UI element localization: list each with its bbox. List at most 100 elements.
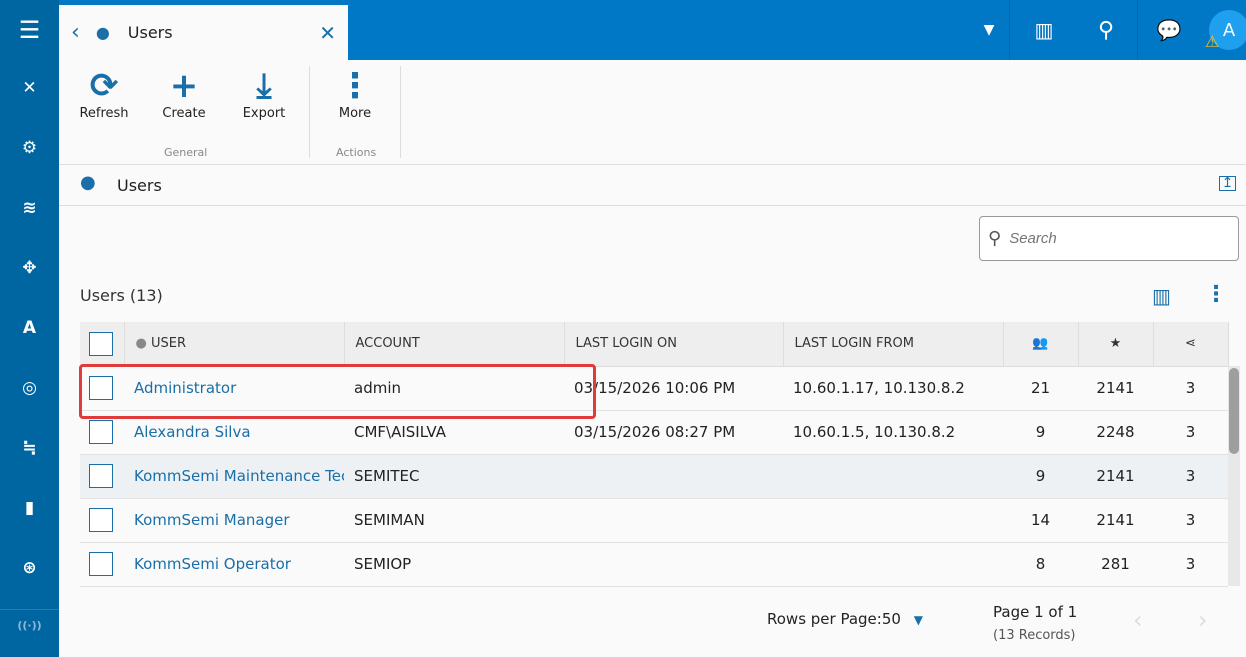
table-row[interactable]: KommSemi Operator SEMIOP 8 281 3 bbox=[80, 542, 1228, 587]
favorites-cell: 2141 bbox=[1078, 366, 1153, 411]
last-login-from-cell bbox=[783, 542, 1003, 587]
favorites-cell: 281 bbox=[1078, 542, 1153, 587]
last-login-on-cell: 03/15/2026 08:27 PM bbox=[564, 410, 783, 455]
sidebar: ☰ ✕ ⚙ ≋ ✥ A ◎ ≒ ▮ ⊛ ((·)) bbox=[0, 0, 59, 657]
connection-icon: ((·)) bbox=[17, 618, 42, 632]
tab-users[interactable]: ‹ ● Users ✕ bbox=[59, 5, 348, 60]
process-steps-icon[interactable]: ≒ bbox=[0, 428, 59, 468]
shared-cell: 3 bbox=[1153, 454, 1228, 499]
columns-icon[interactable]: ▥ bbox=[1152, 284, 1171, 308]
close-tab-icon[interactable]: ✕ bbox=[319, 21, 336, 45]
section-title: Users bbox=[117, 176, 162, 195]
search-input[interactable] bbox=[1009, 230, 1210, 247]
previous-page-button[interactable]: ‹ bbox=[1133, 606, 1143, 634]
section-user-icon: ● bbox=[80, 172, 96, 193]
table-row[interactable]: KommSemi Manager SEMIMAN 14 2141 3 bbox=[80, 498, 1228, 543]
column-user[interactable]: ● USER bbox=[124, 322, 345, 367]
more-button[interactable]: ⋮ More bbox=[315, 66, 395, 121]
more-vertical-icon: ⋮ bbox=[338, 66, 372, 106]
back-icon[interactable]: ‹ bbox=[71, 20, 80, 45]
column-last-login-on[interactable]: LAST LOGIN ON bbox=[564, 322, 784, 367]
quality-icon[interactable]: ◎ bbox=[0, 368, 59, 408]
shared-cell: 3 bbox=[1153, 542, 1228, 587]
integration-icon[interactable]: ✥ bbox=[0, 248, 59, 288]
groups-cell: 14 bbox=[1003, 498, 1078, 543]
column-favorites[interactable]: ★ bbox=[1078, 322, 1154, 367]
warning-icon: ⚠ bbox=[1205, 32, 1220, 51]
user-icon: ● bbox=[95, 23, 110, 42]
search-icon[interactable]: ⚲ bbox=[1081, 0, 1131, 60]
column-shared[interactable]: ⋖ bbox=[1153, 322, 1229, 367]
search-box[interactable]: ⚲ bbox=[979, 216, 1239, 261]
favorites-cell: 2141 bbox=[1078, 498, 1153, 543]
select-all-checkbox[interactable] bbox=[89, 331, 113, 356]
favorites-cell: 2248 bbox=[1078, 410, 1153, 455]
shared-cell: 3 bbox=[1153, 366, 1228, 411]
account-cell: SEMIOP bbox=[344, 542, 564, 587]
page-indicator: Page 1 of 1 bbox=[993, 603, 1078, 621]
cone-icon[interactable]: A bbox=[0, 308, 59, 348]
last-login-from-cell bbox=[783, 454, 1003, 499]
account-cell: SEMIMAN bbox=[344, 498, 564, 543]
column-account[interactable]: ACCOUNT bbox=[344, 322, 565, 367]
last-login-on-cell bbox=[564, 498, 783, 543]
group-actions-label: Actions bbox=[336, 146, 377, 159]
scrollbar-thumb[interactable] bbox=[1229, 368, 1239, 454]
database-icon[interactable]: ≋ bbox=[0, 188, 59, 228]
list-title: Users (13) bbox=[80, 286, 163, 305]
last-login-from-cell: 10.60.1.17, 10.130.8.2 bbox=[783, 366, 1003, 411]
modeling-icon[interactable]: ⚙ bbox=[0, 128, 59, 168]
refresh-icon: ⟳ bbox=[89, 66, 119, 106]
groups-cell: 8 bbox=[1003, 542, 1078, 587]
next-page-button[interactable]: › bbox=[1198, 606, 1208, 634]
column-last-login-from[interactable]: LAST LOGIN FROM bbox=[783, 322, 1004, 367]
record-count: (13 Records) bbox=[993, 628, 1076, 643]
row-highlight-box bbox=[79, 364, 596, 419]
groups-cell: 9 bbox=[1003, 454, 1078, 499]
row-checkbox[interactable] bbox=[89, 508, 113, 532]
user-link[interactable]: KommSemi Manager bbox=[134, 511, 290, 529]
settings-icon[interactable]: ⊛ bbox=[0, 548, 59, 588]
groups-cell: 9 bbox=[1003, 410, 1078, 455]
last-login-on-cell bbox=[564, 542, 783, 587]
scrollbar[interactable] bbox=[1228, 366, 1240, 586]
bar-chart-icon[interactable]: ▮ bbox=[0, 488, 59, 528]
user-link[interactable]: KommSemi Maintenance Technician bbox=[134, 467, 344, 485]
create-button[interactable]: + Create bbox=[144, 66, 224, 121]
column-groups[interactable]: 👥 bbox=[1003, 322, 1079, 367]
hamburger-menu-icon[interactable]: ☰ bbox=[0, 10, 59, 50]
rows-per-page-select[interactable]: Rows per Page:50 ▼ bbox=[767, 610, 923, 628]
export-button[interactable]: ⤓ Export bbox=[224, 66, 304, 121]
users-table: ● USER ACCOUNT LAST LOGIN ON LAST LOGIN … bbox=[80, 322, 1229, 587]
user-icon: ● bbox=[135, 336, 147, 352]
row-checkbox[interactable] bbox=[89, 464, 113, 488]
row-checkbox[interactable] bbox=[89, 420, 113, 444]
list-more-icon[interactable]: ⋮ bbox=[1205, 282, 1227, 307]
star-icon: ★ bbox=[1109, 336, 1122, 352]
favorites-cell: 2141 bbox=[1078, 454, 1153, 499]
table-row[interactable]: KommSemi Maintenance Technician SEMITEC … bbox=[80, 454, 1228, 499]
group-general-label: General bbox=[164, 146, 208, 159]
barcode-scanner-icon[interactable]: ▥ bbox=[1019, 0, 1069, 60]
search-icon: ⚲ bbox=[988, 228, 1002, 249]
last-login-from-cell bbox=[783, 498, 1003, 543]
export-icon: ⤓ bbox=[256, 66, 272, 106]
tools-icon[interactable]: ✕ bbox=[0, 68, 59, 108]
dropdown-caret-icon[interactable]: ▼ bbox=[959, 0, 1019, 60]
last-login-from-cell: 10.60.1.5, 10.130.8.2 bbox=[783, 410, 1003, 455]
shared-cell: 3 bbox=[1153, 410, 1228, 455]
chevron-down-icon: ▼ bbox=[913, 613, 923, 627]
plus-icon: + bbox=[169, 66, 199, 106]
user-link[interactable]: Alexandra Silva bbox=[134, 423, 251, 441]
last-login-on-cell: 03/15/2026 10:06 PM bbox=[564, 366, 783, 411]
tab-title: Users bbox=[127, 23, 173, 42]
groups-icon: 👥 bbox=[1032, 336, 1049, 352]
chat-icon[interactable]: 💬 bbox=[1144, 0, 1194, 60]
user-link[interactable]: KommSemi Operator bbox=[134, 555, 291, 573]
last-login-on-cell bbox=[564, 454, 783, 499]
expand-panel-icon[interactable]: ↥ bbox=[1219, 176, 1236, 191]
account-cell: SEMITEC bbox=[344, 454, 564, 499]
refresh-button[interactable]: ⟳ Refresh bbox=[64, 66, 144, 121]
row-checkbox[interactable] bbox=[89, 552, 113, 576]
groups-cell: 21 bbox=[1003, 366, 1078, 411]
